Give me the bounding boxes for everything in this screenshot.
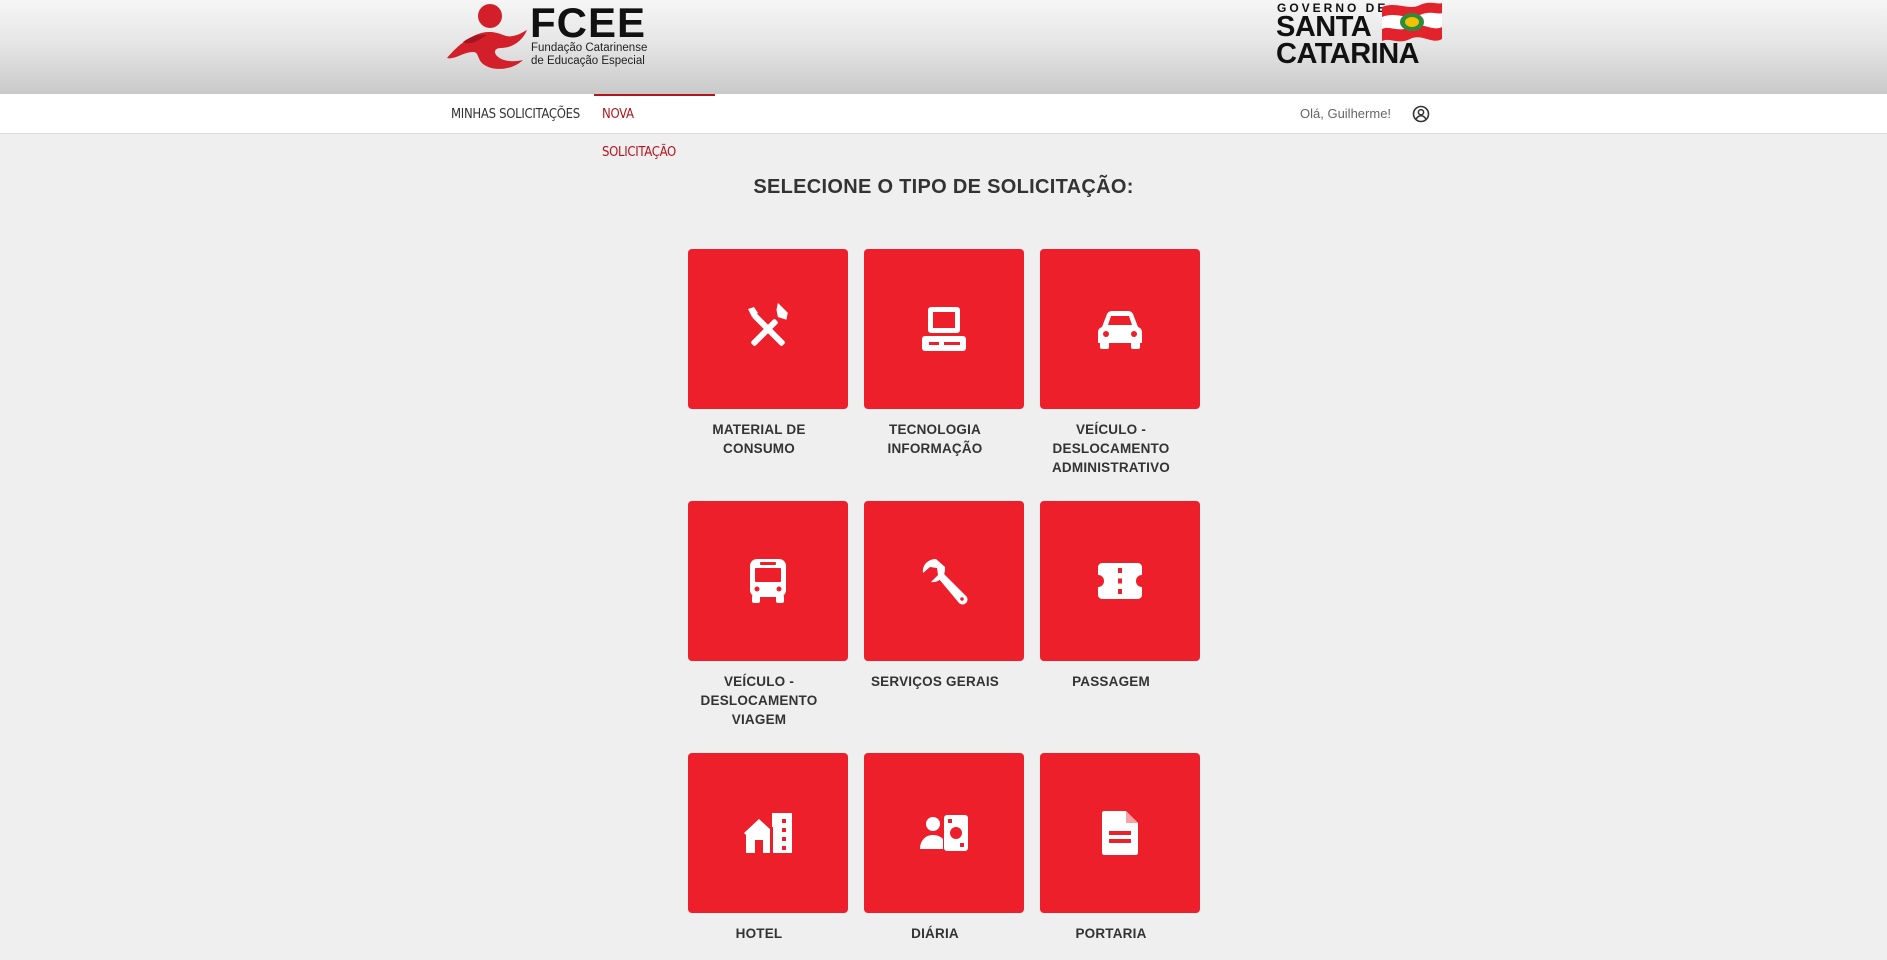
tile-portaria[interactable] xyxy=(1040,753,1200,913)
tile-label-line: SERVIÇOS GERAIS xyxy=(870,674,1000,689)
car-icon xyxy=(1098,311,1142,349)
santa-catarina-flag-icon xyxy=(1382,2,1442,42)
nav-bar: MINHAS SOLICITAÇÕES NOVA SOLICITAÇÃO Olá… xyxy=(0,94,1887,160)
tile-label-line: PORTARIA xyxy=(1075,926,1147,941)
user-circle-icon[interactable] xyxy=(1412,105,1430,123)
page-title: SELECIONE O TIPO DE SOLICITAÇÃO: xyxy=(753,176,1134,198)
tools-icon xyxy=(748,303,788,346)
fcee-figure-icon xyxy=(447,4,527,69)
tile-material-de-consumo[interactable] xyxy=(688,249,848,409)
bus-icon xyxy=(750,559,786,603)
money-user-icon xyxy=(920,815,968,851)
header-bar: FCEE Fundação Catarinense de Educação Es… xyxy=(0,0,1887,94)
user-greeting: Olá, Guilherme! xyxy=(1300,106,1392,121)
tile-label-line: PASSAGEM xyxy=(1072,674,1150,689)
document-icon xyxy=(1102,811,1138,855)
tile-label-line: DESLOCAMENTO xyxy=(700,693,818,708)
tile-label-line: MATERIAL DE xyxy=(712,422,806,437)
tile-label-hotel: HOTEL xyxy=(679,924,839,943)
tile-veiculo-deslocamento-administrativo[interactable] xyxy=(1040,249,1200,409)
tile-label-servicos-gerais: SERVIÇOS GERAIS xyxy=(855,672,1015,691)
fcee-subtitle: Fundação Catarinense de Educação Especia… xyxy=(531,42,671,68)
ticket-icon xyxy=(1098,563,1142,599)
tile-label-diaria: DIÁRIA xyxy=(855,924,1015,943)
tile-label-line: INFORMAÇÃO xyxy=(887,441,983,456)
nav-nova-solicitacao[interactable]: NOVA SOLICITAÇÃO xyxy=(594,94,715,160)
tile-label-line: DESLOCAMENTO xyxy=(1052,441,1170,456)
nav-minhas-solicitacoes[interactable]: MINHAS SOLICITAÇÕES xyxy=(443,94,588,134)
tile-label-line: ADMINISTRATIVO xyxy=(1051,460,1171,475)
tile-diaria[interactable] xyxy=(864,753,1024,913)
tile-label-line: HOTEL xyxy=(735,926,783,941)
tile-hotel[interactable] xyxy=(688,753,848,913)
tile-label-line: CONSUMO xyxy=(723,441,795,456)
fcee-title: FCEE xyxy=(530,0,647,46)
tile-label-veiculo-deslocamento-administrativo: VEÍCULO - DESLOCAMENTO ADMINISTRATIVO xyxy=(1031,420,1191,477)
santa-catarina-logo[interactable]: GOVERNO DE SANTA CATARINA xyxy=(1276,0,1446,72)
tile-label-portaria: PORTARIA xyxy=(1031,924,1191,943)
tile-label-material-de-consumo: MATERIAL DE CONSUMO xyxy=(679,420,839,458)
tile-label-veiculo-deslocamento-viagem: VEÍCULO - DESLOCAMENTO VIAGEM xyxy=(679,672,839,729)
tile-servicos-gerais[interactable] xyxy=(864,501,1024,661)
tile-label-tecnologia-informacao: TECNOLOGIA INFORMAÇÃO xyxy=(855,420,1015,458)
tile-passagem[interactable] xyxy=(1040,501,1200,661)
tile-label-line: DIÁRIA xyxy=(911,926,959,941)
fcee-subtitle-line1: Fundação Catarinense xyxy=(531,42,648,54)
gov-santa: SANTA xyxy=(1276,11,1372,43)
tile-tecnologia-informacao[interactable] xyxy=(864,249,1024,409)
tile-label-line: VEÍCULO - xyxy=(723,674,795,689)
fcee-logo[interactable]: FCEE Fundação Catarinense de Educação Es… xyxy=(443,2,663,72)
tile-veiculo-deslocamento-viagem[interactable] xyxy=(688,501,848,661)
tile-label-passagem: PASSAGEM xyxy=(1031,672,1191,691)
fcee-subtitle-line2: de Educação Especial xyxy=(531,55,645,67)
wrench-icon xyxy=(922,559,968,605)
tile-label-line: VIAGEM xyxy=(731,712,787,727)
hotel-icon xyxy=(744,813,792,853)
tile-label-line: VEÍCULO - xyxy=(1075,422,1147,437)
tile-label-line: TECNOLOGIA xyxy=(889,422,981,437)
computer-icon xyxy=(922,307,966,351)
